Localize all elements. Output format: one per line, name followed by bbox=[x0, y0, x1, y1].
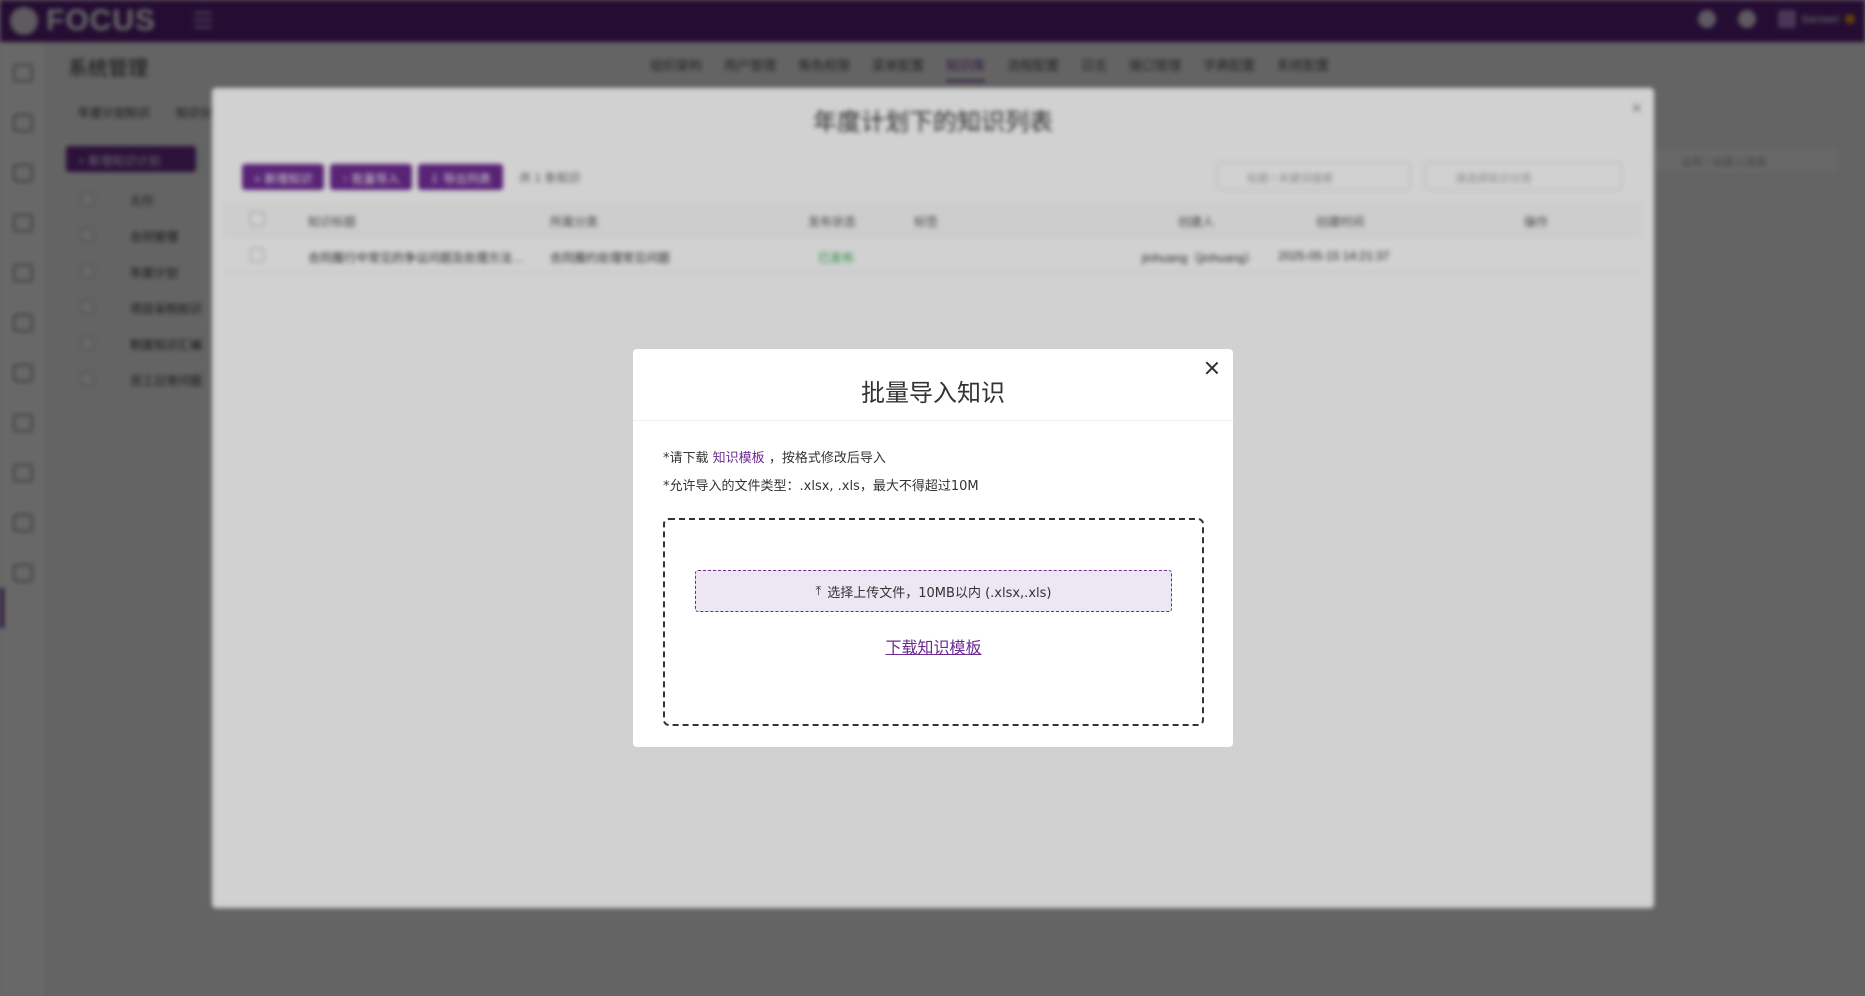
dialog-header: 批量导入知识 bbox=[633, 349, 1233, 421]
download-template-link[interactable]: 下载知识模板 bbox=[881, 638, 985, 657]
template-link[interactable]: 知识模板 bbox=[713, 451, 765, 466]
select-file-label: 选择上传文件，10MB以内 (.xlsx,.xls) bbox=[827, 585, 1052, 601]
upload-icon: ⤒ bbox=[815, 583, 822, 599]
close-icon[interactable] bbox=[1201, 357, 1223, 379]
tip-suffix: ，按格式修改后导入 bbox=[768, 451, 886, 466]
download-tip: *请下载 知识模板 ，按格式修改后导入 bbox=[663, 447, 886, 466]
dialog-title: 批量导入知识 bbox=[861, 379, 1005, 407]
download-link-wrap: 下载知识模板 bbox=[665, 634, 1202, 658]
select-file-button[interactable]: ⤒ 选择上传文件，10MB以内 (.xlsx,.xls) bbox=[695, 570, 1172, 612]
file-type-tip: *允许导入的文件类型：.xlsx, .xls，最大不得超过10M bbox=[663, 479, 979, 494]
batch-import-dialog: 批量导入知识 *请下载 知识模板 ，按格式修改后导入 *允许导入的文件类型：.x… bbox=[633, 349, 1233, 747]
tip-prefix: *请下载 bbox=[663, 451, 709, 466]
file-drop-zone[interactable]: ⤒ 选择上传文件，10MB以内 (.xlsx,.xls) 下载知识模板 bbox=[663, 518, 1204, 726]
